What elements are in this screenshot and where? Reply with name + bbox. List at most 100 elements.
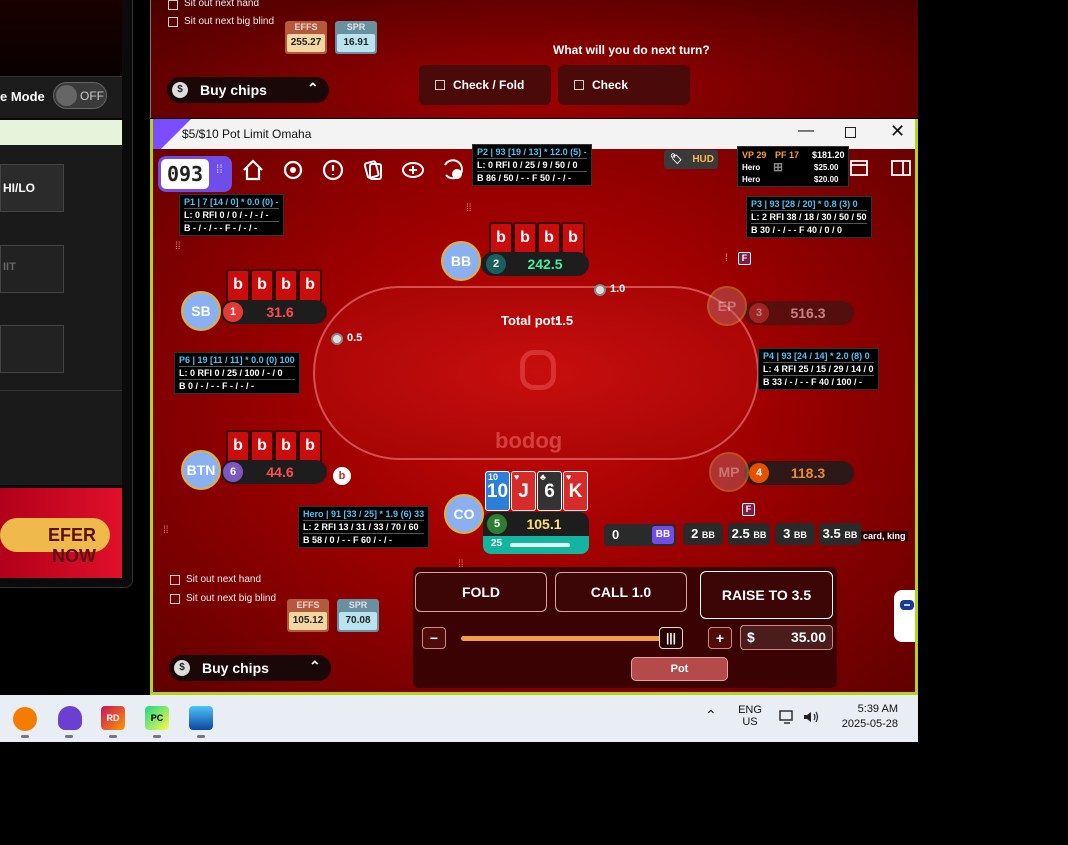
check-option[interactable]: Check	[558, 65, 690, 105]
check-checkbox[interactable]	[574, 80, 584, 90]
bet-slider-handle[interactable]: |||	[659, 627, 683, 649]
drag-handle-icon[interactable]: ⁞⁞	[216, 163, 223, 175]
language-indicator[interactable]: ENG US	[738, 704, 762, 728]
drag-handle-icon[interactable]: ⁞⁞	[163, 525, 169, 536]
home-icon[interactable]	[240, 157, 266, 183]
pycharm-icon[interactable]: PC	[145, 706, 169, 730]
running-indicator	[109, 735, 117, 738]
gear-icon[interactable]	[280, 157, 306, 183]
hud-player-p3: P3 | 93 [28 / 20] * 0.8 (3) 0 L: 2 RFI 3…	[746, 196, 872, 238]
preset-3-5bb-value: 3.5	[822, 526, 841, 541]
preset-2-5bb-value: 2.5	[731, 526, 750, 541]
running-indicator	[153, 735, 161, 738]
check-fold-option[interactable]: Check / Fold	[419, 65, 551, 105]
bet-slider-track[interactable]	[461, 636, 683, 641]
mp-position-badge: MP	[709, 452, 749, 492]
chat-tab[interactable]	[894, 590, 915, 642]
running-indicator	[65, 735, 73, 738]
layout-icon[interactable]	[850, 160, 868, 176]
increase-bet-button[interactable]: +	[708, 627, 732, 649]
drag-handle-icon[interactable]: ⁞	[725, 253, 728, 264]
check-fold-checkbox[interactable]	[435, 80, 445, 90]
card-back: b	[537, 222, 561, 256]
card-back: b	[513, 222, 537, 256]
sit-out-hand-checkbox[interactable]	[168, 0, 178, 10]
decrease-bet-button[interactable]: −	[422, 627, 446, 649]
preset-unit: BB	[701, 530, 715, 540]
chat-icon	[900, 600, 914, 610]
network-icon[interactable]	[778, 709, 796, 725]
photos-app-icon[interactable]	[189, 706, 213, 730]
spr-value: 16.91	[337, 34, 375, 52]
fold-button[interactable]: FOLD	[415, 572, 547, 612]
effs-stat: EFFS 255.27	[285, 21, 327, 54]
sit-out-hand-checkbox[interactable]	[170, 575, 180, 585]
hud-hero-row1: Hero | 91 [33 / 25] * 1.9 (6) 33	[303, 509, 425, 521]
cards-icon[interactable]	[360, 157, 386, 183]
preset-3-5bb-button[interactable]: 3.5 BB	[819, 523, 861, 545]
running-indicator	[197, 735, 205, 738]
hero-timer-value: 25	[491, 538, 503, 549]
buy-chips-label: Buy chips	[202, 660, 269, 676]
keyboard-layout: US	[742, 716, 758, 728]
buy-chips-button[interactable]: $ Buy chips ⌃	[169, 655, 331, 681]
mode-toggle[interactable]: OFF	[53, 82, 107, 109]
grid-icon: ⊞	[773, 160, 784, 174]
background-table-window: Sit out next hand Sit out next big blind…	[150, 0, 918, 118]
sit-out-bb-checkbox[interactable]	[170, 594, 180, 604]
ep-position-badge: EP	[707, 286, 747, 326]
clock[interactable]: 5:39 AM 2025-05-28	[836, 703, 898, 730]
bodog-wordmark: bodog	[495, 428, 563, 453]
buy-chips-button[interactable]: $ Buy chips ⌃	[167, 77, 329, 103]
taskbar: RD PC ⌃ ENG US 5:39 AM 2025-05-28	[0, 695, 918, 742]
refer-button[interactable]: EFER NOW	[0, 518, 110, 566]
drag-handle-icon[interactable]: ⁞⁞	[175, 241, 181, 252]
game-hilo-button[interactable]: HI/LO	[0, 164, 64, 212]
hud-p2-row2: L: 0 RFI 0 / 25 / 9 / 50 / 0	[477, 159, 587, 172]
bodog-logo-icon	[520, 350, 556, 390]
pot-button[interactable]: Pot	[631, 657, 728, 681]
preset-2bb-button[interactable]: 2 BB	[683, 523, 723, 545]
hud-button[interactable]: 🏷 HUD	[664, 150, 718, 169]
minimize-icon[interactable]: —	[798, 122, 814, 140]
chip-icon: $	[174, 660, 190, 676]
rebuy-icon[interactable]	[440, 157, 466, 183]
bb-bet-amount: 1.0	[610, 283, 626, 295]
call-button[interactable]: CALL 1.0	[555, 572, 687, 612]
hand-counter-box[interactable]: 093 ⁞⁞	[158, 156, 232, 192]
raise-amount-input[interactable]: $ 35.00	[740, 625, 833, 650]
preset-2-5bb-button[interactable]: 2.5 BB	[728, 523, 770, 545]
hero-card-3-rank: 6	[544, 481, 555, 502]
volume-icon[interactable]	[802, 709, 820, 725]
game-option-button[interactable]	[0, 325, 64, 373]
sit-out-bb-checkbox[interactable]	[168, 17, 178, 27]
buy-chips-label: Buy chips	[200, 82, 267, 98]
card-back: b	[274, 430, 298, 464]
toggle-text: OFF	[80, 89, 104, 103]
hud-player-p4: P4 | 93 [24 / 14] * 2.0 (8) 0 L: 4 RFI 2…	[758, 348, 879, 390]
chevron-up-icon: ⌃	[309, 658, 321, 674]
game-limit-button[interactable]: IIT	[0, 245, 64, 293]
effs-label: EFFS	[294, 22, 318, 32]
add-table-icon[interactable]	[400, 157, 426, 183]
wizard-app-icon[interactable]	[58, 706, 82, 730]
preset-unit: BB	[844, 530, 858, 540]
preset-3bb-button[interactable]: 3 BB	[775, 523, 815, 545]
app-badge-icon[interactable]	[13, 707, 37, 731]
alert-icon[interactable]	[320, 157, 346, 183]
close-icon[interactable]: ✕	[890, 121, 905, 142]
ep-seat-number: 3	[749, 303, 769, 323]
card-back: b	[298, 269, 322, 303]
hud-p2-row3: B 86 / 50 / - - F 50 / - / -	[477, 173, 572, 183]
maximize-icon[interactable]	[845, 127, 856, 138]
raise-button[interactable]: RAISE TO 3.5	[700, 571, 833, 619]
hero-card-1-rank: 10	[486, 481, 509, 502]
sb-seat-number: 1	[223, 302, 243, 322]
currency-symbol: $	[747, 629, 755, 645]
rider-icon[interactable]: RD	[101, 706, 125, 730]
chevron-up-icon: ⌃	[307, 80, 319, 96]
chevron-up-icon[interactable]: ⌃	[705, 707, 717, 724]
drag-handle-icon[interactable]: ⁞⁞	[466, 203, 472, 214]
clock-time: 5:39 AM	[857, 703, 898, 715]
side-panel-icon[interactable]	[891, 160, 911, 176]
